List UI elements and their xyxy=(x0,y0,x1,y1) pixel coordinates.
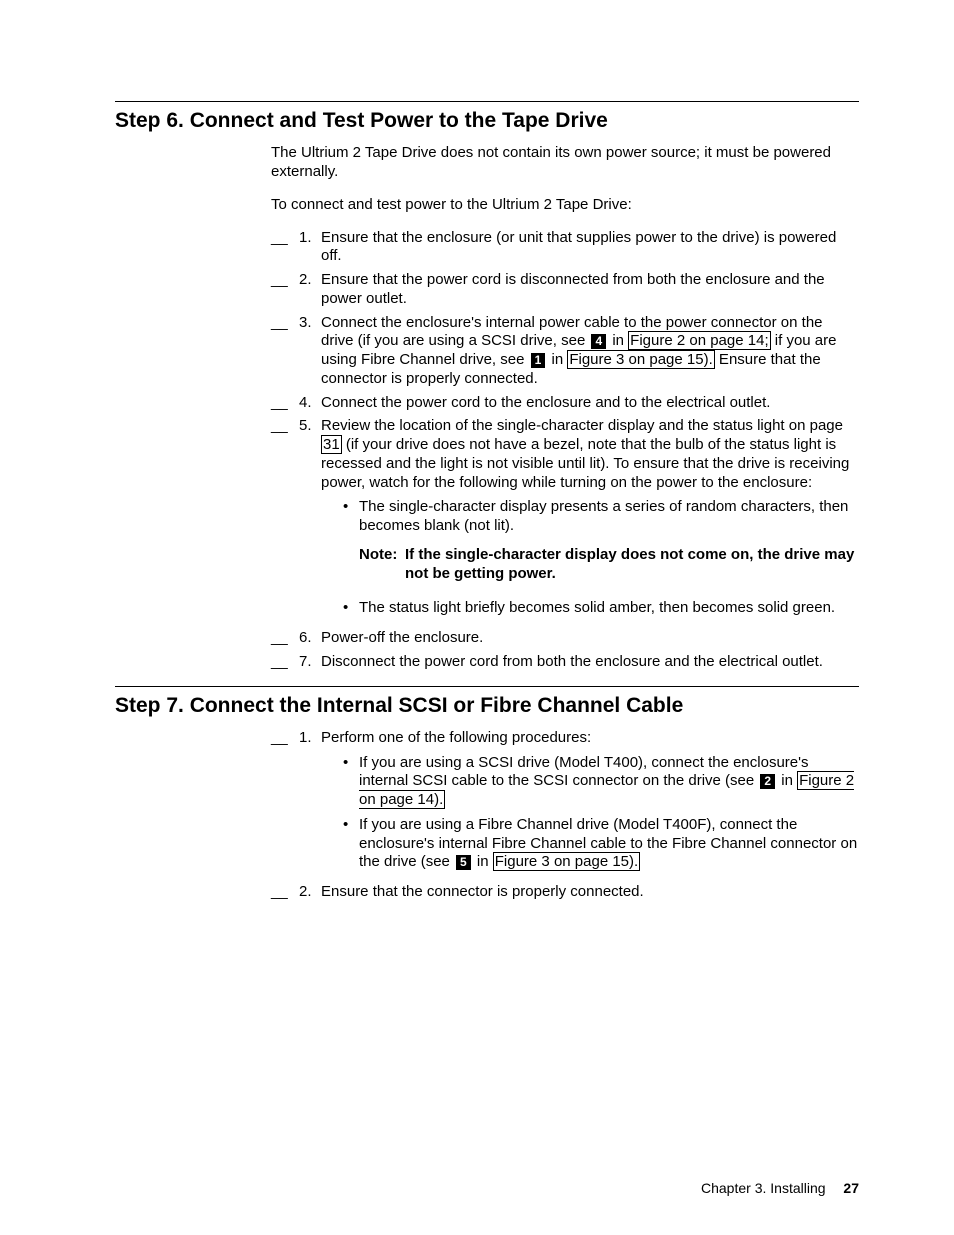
item-text: Disconnect the power cord from both the … xyxy=(321,653,859,672)
text-run: Review the location of the single-charac… xyxy=(321,417,843,434)
callout-5: 5 xyxy=(456,855,471,870)
bullet-item: • If you are using a SCSI drive (Model T… xyxy=(343,754,859,810)
step6-list: __ 1. Ensure that the enclosure (or unit… xyxy=(271,229,859,672)
item-text: Review the location of the single-charac… xyxy=(321,417,859,624)
note-block: Note: If the single-character display do… xyxy=(359,546,859,584)
footer-chapter: Chapter 3. Installing xyxy=(701,1180,826,1196)
item-number: 6. xyxy=(299,629,321,648)
item-text: Perform one of the following procedures:… xyxy=(321,729,859,878)
text-run: in xyxy=(608,332,628,349)
text-run: The single-character display presents a … xyxy=(359,498,848,534)
note-text: If the single-character display does not… xyxy=(405,546,859,584)
text-run: in xyxy=(473,853,493,870)
check-blank: __ xyxy=(271,271,299,309)
bullet-dot: • xyxy=(343,816,359,872)
item-text: Ensure that the power cord is disconnect… xyxy=(321,271,859,309)
text-run: Perform one of the following procedures: xyxy=(321,729,591,746)
callout-1: 1 xyxy=(531,353,546,368)
bullet-dot: • xyxy=(343,754,359,810)
bullet-item: • If you are using a Fibre Channel drive… xyxy=(343,816,859,872)
item-number: 4. xyxy=(299,394,321,413)
list-item: __ 3. Connect the enclosure's internal p… xyxy=(271,314,859,389)
item-number: 2. xyxy=(299,883,321,902)
bullet-list: • The single-character display presents … xyxy=(343,498,859,618)
list-item: __ 5. Review the location of the single-… xyxy=(271,417,859,624)
bullet-dot: • xyxy=(343,498,359,593)
list-item: __ 2. Ensure that the power cord is disc… xyxy=(271,271,859,309)
item-number: 7. xyxy=(299,653,321,672)
bullet-dot: • xyxy=(343,599,359,618)
list-item: __ 4. Connect the power cord to the encl… xyxy=(271,394,859,413)
item-number: 3. xyxy=(299,314,321,389)
list-item: __ 2. Ensure that the connector is prope… xyxy=(271,883,859,902)
bullet-item: • The single-character display presents … xyxy=(343,498,859,593)
xref-fig3[interactable]: Figure 3 on page 15). xyxy=(493,852,640,871)
list-item: __ 1. Perform one of the following proce… xyxy=(271,729,859,878)
bullet-text: The status light briefly becomes solid a… xyxy=(359,599,859,618)
bullet-text: If you are using a SCSI drive (Model T40… xyxy=(359,754,859,810)
text-run: in xyxy=(777,772,797,789)
section-step7: Step 7. Connect the Internal SCSI or Fib… xyxy=(115,686,859,902)
item-number: 1. xyxy=(299,729,321,878)
check-blank: __ xyxy=(271,883,299,902)
step6-title: Step 6. Connect and Test Power to the Ta… xyxy=(115,108,859,134)
item-text: Ensure that the enclosure (or unit that … xyxy=(321,229,859,267)
step7-title: Step 7. Connect the Internal SCSI or Fib… xyxy=(115,693,859,719)
text-run: If you are using a SCSI drive (Model T40… xyxy=(359,754,809,790)
xref-page31[interactable]: 31 xyxy=(321,435,342,454)
check-blank: __ xyxy=(271,229,299,267)
list-item: __ 6. Power-off the enclosure. xyxy=(271,629,859,648)
note-label: Note: xyxy=(359,546,405,584)
check-blank: __ xyxy=(271,629,299,648)
list-item: __ 7. Disconnect the power cord from bot… xyxy=(271,653,859,672)
bullet-list: • If you are using a SCSI drive (Model T… xyxy=(343,754,859,873)
step7-body: __ 1. Perform one of the following proce… xyxy=(271,729,859,902)
page-footer: Chapter 3. Installing 27 xyxy=(701,1180,859,1198)
step6-lead: To connect and test power to the Ultrium… xyxy=(271,196,859,215)
check-blank: __ xyxy=(271,394,299,413)
item-number: 5. xyxy=(299,417,321,624)
step7-list: __ 1. Perform one of the following proce… xyxy=(271,729,859,902)
xref-fig3[interactable]: Figure 3 on page 15). xyxy=(567,350,714,369)
item-text: Connect the power cord to the enclosure … xyxy=(321,394,859,413)
bullet-text: If you are using a Fibre Channel drive (… xyxy=(359,816,859,872)
item-number: 2. xyxy=(299,271,321,309)
check-blank: __ xyxy=(271,314,299,389)
rule xyxy=(115,686,859,687)
step6-body: The Ultrium 2 Tape Drive does not contai… xyxy=(271,144,859,671)
footer-page: 27 xyxy=(843,1180,859,1196)
item-number: 1. xyxy=(299,229,321,267)
item-text: Ensure that the connector is properly co… xyxy=(321,883,859,902)
rule xyxy=(115,101,859,102)
bullet-item: • The status light briefly becomes solid… xyxy=(343,599,859,618)
xref-fig2[interactable]: Figure 2 on page 14; xyxy=(628,331,770,350)
check-blank: __ xyxy=(271,417,299,624)
callout-4: 4 xyxy=(591,334,606,349)
check-blank: __ xyxy=(271,729,299,878)
text-run: in xyxy=(547,351,567,368)
callout-2: 2 xyxy=(760,774,775,789)
item-text: Connect the enclosure's internal power c… xyxy=(321,314,859,389)
section-step6: Step 6. Connect and Test Power to the Ta… xyxy=(115,101,859,672)
step6-intro: The Ultrium 2 Tape Drive does not contai… xyxy=(271,144,859,182)
item-text: Power-off the enclosure. xyxy=(321,629,859,648)
check-blank: __ xyxy=(271,653,299,672)
bullet-text: The single-character display presents a … xyxy=(359,498,859,593)
text-run: (if your drive does not have a bezel, no… xyxy=(321,436,849,491)
list-item: __ 1. Ensure that the enclosure (or unit… xyxy=(271,229,859,267)
